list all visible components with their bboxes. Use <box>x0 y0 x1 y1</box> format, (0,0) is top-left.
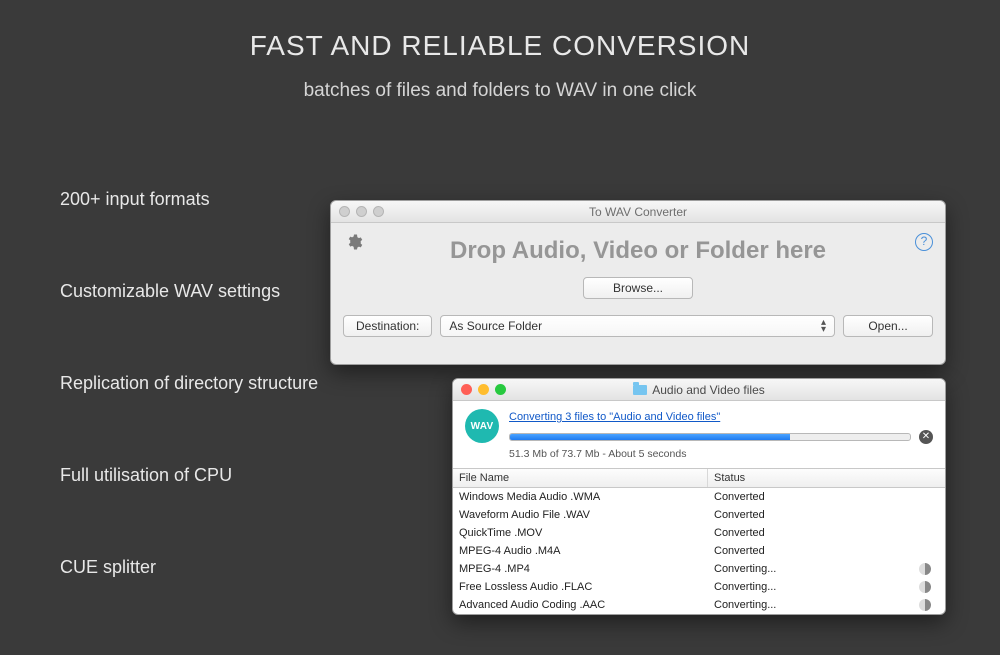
titlebar: Audio and Video files <box>453 379 945 401</box>
file-table-body: Windows Media Audio .WMAConvertedWavefor… <box>453 488 945 614</box>
cell-status: Converted <box>708 527 945 539</box>
feature-item: 200+ input formats <box>60 190 318 208</box>
spinner-icon <box>919 599 931 611</box>
cell-status: Converted <box>708 509 945 521</box>
page-headline: FAST AND RELIABLE CONVERSION <box>0 30 1000 62</box>
status-text: Converted <box>714 545 765 557</box>
drop-zone-label: Drop Audio, Video or Folder here <box>331 237 945 265</box>
destination-button[interactable]: Destination: <box>343 315 432 337</box>
column-status[interactable]: Status <box>708 469 945 487</box>
cell-status: Converting... <box>708 563 945 575</box>
feature-list: 200+ input formats Customizable WAV sett… <box>60 190 318 650</box>
table-row[interactable]: Windows Media Audio .WMA Converted <box>453 488 945 506</box>
status-text: Converted <box>714 527 765 539</box>
column-filename[interactable]: File Name <box>453 469 708 487</box>
cell-filename: Advanced Audio Coding .AAC <box>453 599 708 611</box>
feature-item: Replication of directory structure <box>60 374 318 392</box>
titlebar: To WAV Converter <box>331 201 945 223</box>
table-row[interactable]: Waveform Audio File .WAV Converted <box>453 506 945 524</box>
cell-filename: QuickTime .MOV <box>453 527 708 539</box>
table-row[interactable]: Free Lossless Audio .FLAC Converting... <box>453 578 945 596</box>
folder-icon <box>633 385 647 395</box>
converter-window: To WAV Converter ? Drop Audio, Video or … <box>330 200 946 365</box>
progress-fill <box>510 434 790 440</box>
cell-filename: Windows Media Audio .WMA <box>453 491 708 503</box>
help-icon[interactable]: ? <box>915 233 933 251</box>
feature-item: CUE splitter <box>60 558 318 576</box>
feature-item: Customizable WAV settings <box>60 282 318 300</box>
page-subheadline: batches of files and folders to WAV in o… <box>0 80 1000 102</box>
progress-bar <box>509 433 911 441</box>
table-header: File Name Status <box>453 468 945 488</box>
window-title: To WAV Converter <box>331 205 945 219</box>
table-row[interactable]: MPEG-4 Audio .M4A Converted <box>453 542 945 560</box>
destination-value: As Source Folder <box>449 316 542 336</box>
progress-window: Audio and Video files WAV Converting 3 f… <box>452 378 946 615</box>
spinner-icon <box>919 563 931 575</box>
status-text: Converting... <box>714 581 776 593</box>
cell-filename: MPEG-4 .MP4 <box>453 563 708 575</box>
status-text: Converting... <box>714 599 776 611</box>
progress-link[interactable]: Converting 3 files to "Audio and Video f… <box>509 411 720 423</box>
open-button[interactable]: Open... <box>843 315 933 337</box>
chevron-updown-icon: ▴▾ <box>821 319 826 333</box>
cell-status: Converting... <box>708 599 945 611</box>
cell-status: Converting... <box>708 581 945 593</box>
progress-panel: WAV Converting 3 files to "Audio and Vid… <box>453 401 945 468</box>
cancel-icon[interactable]: ✕ <box>919 430 933 444</box>
spinner-icon <box>919 581 931 593</box>
cell-status: Converted <box>708 545 945 557</box>
cell-filename: Free Lossless Audio .FLAC <box>453 581 708 593</box>
wav-icon: WAV <box>465 409 499 443</box>
cell-status: Converted <box>708 491 945 503</box>
feature-item: Full utilisation of CPU <box>60 466 318 484</box>
cell-filename: Waveform Audio File .WAV <box>453 509 708 521</box>
progress-status: 51.3 Mb of 73.7 Mb - About 5 seconds <box>509 448 933 460</box>
window-title: Audio and Video files <box>453 383 945 397</box>
window-title-text: Audio and Video files <box>652 383 765 397</box>
table-row[interactable]: Advanced Audio Coding .AAC Converting... <box>453 596 945 614</box>
status-text: Converted <box>714 509 765 521</box>
destination-select[interactable]: As Source Folder ▴▾ <box>440 315 835 337</box>
browse-button[interactable]: Browse... <box>583 277 693 299</box>
status-text: Converted <box>714 491 765 503</box>
table-row[interactable]: MPEG-4 .MP4 Converting... <box>453 560 945 578</box>
gear-icon[interactable] <box>345 233 363 256</box>
status-text: Converting... <box>714 563 776 575</box>
cell-filename: MPEG-4 Audio .M4A <box>453 545 708 557</box>
table-row[interactable]: QuickTime .MOV Converted <box>453 524 945 542</box>
